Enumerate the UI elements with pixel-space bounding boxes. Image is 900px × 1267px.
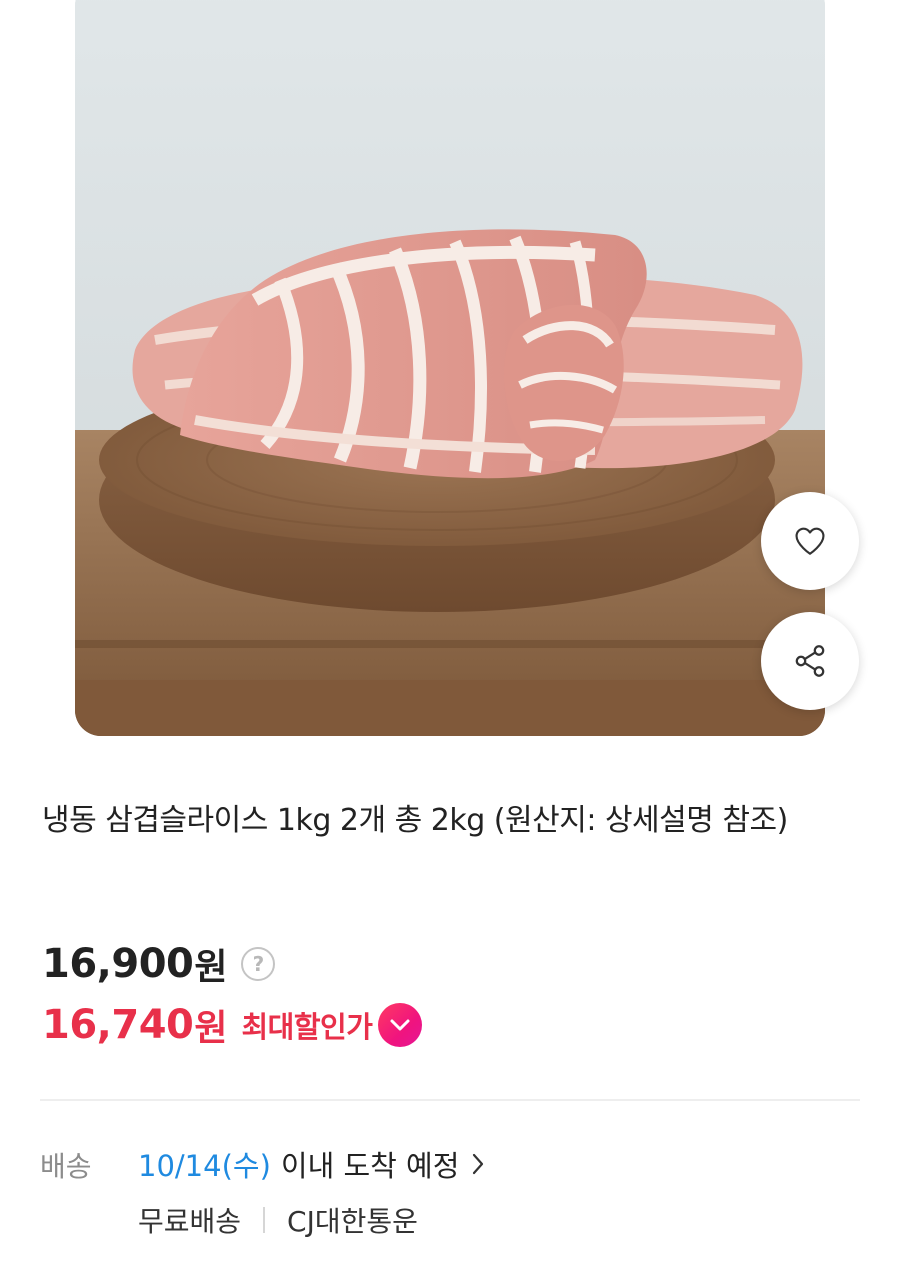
discount-expand-button[interactable] [378, 1003, 423, 1047]
product-detail-page: 냉동 삼겹슬라이스 1kg 2개 총 2kg (원산지: 상세설명 참조) 16… [0, 0, 900, 1267]
product-title: 냉동 삼겹슬라이스 1kg 2개 총 2kg (원산지: 상세설명 참조) [42, 803, 788, 838]
regular-price: 16,900 [42, 941, 194, 987]
chevron-down-icon [390, 1019, 410, 1031]
sale-price: 16,740 [42, 1002, 194, 1048]
chevron-right-icon [471, 1152, 485, 1176]
divider [40, 1099, 860, 1101]
separator [263, 1207, 266, 1233]
shipping-label: 배송 [40, 1150, 92, 1183]
share-button[interactable] [761, 612, 859, 710]
shipping-fee: 무료배송 [138, 1205, 242, 1238]
max-discount-label[interactable]: 최대할인가 [241, 1004, 372, 1046]
delivery-estimate-link[interactable]: 10/14(수) 이내 도착 예정 [138, 1143, 485, 1185]
price-help-icon[interactable]: ? [241, 947, 276, 981]
sale-price-row: 16,740 원 최대할인가 [42, 999, 423, 1051]
sale-price-unit: 원 [194, 1008, 228, 1049]
heart-icon [795, 527, 825, 555]
like-button[interactable] [761, 492, 859, 590]
shipping-details: 무료배송 CJ대한통운 [138, 1200, 418, 1240]
shipping-carrier: CJ대한통운 [287, 1205, 418, 1238]
regular-price-unit: 원 [194, 947, 228, 988]
share-icon [795, 645, 825, 677]
delivery-date: 10/14(수) [138, 1149, 271, 1183]
product-image[interactable] [75, 0, 825, 736]
regular-price-row: 16,900 원 ? [42, 938, 276, 990]
delivery-arrival-text: 이내 도착 예정 [280, 1149, 460, 1183]
